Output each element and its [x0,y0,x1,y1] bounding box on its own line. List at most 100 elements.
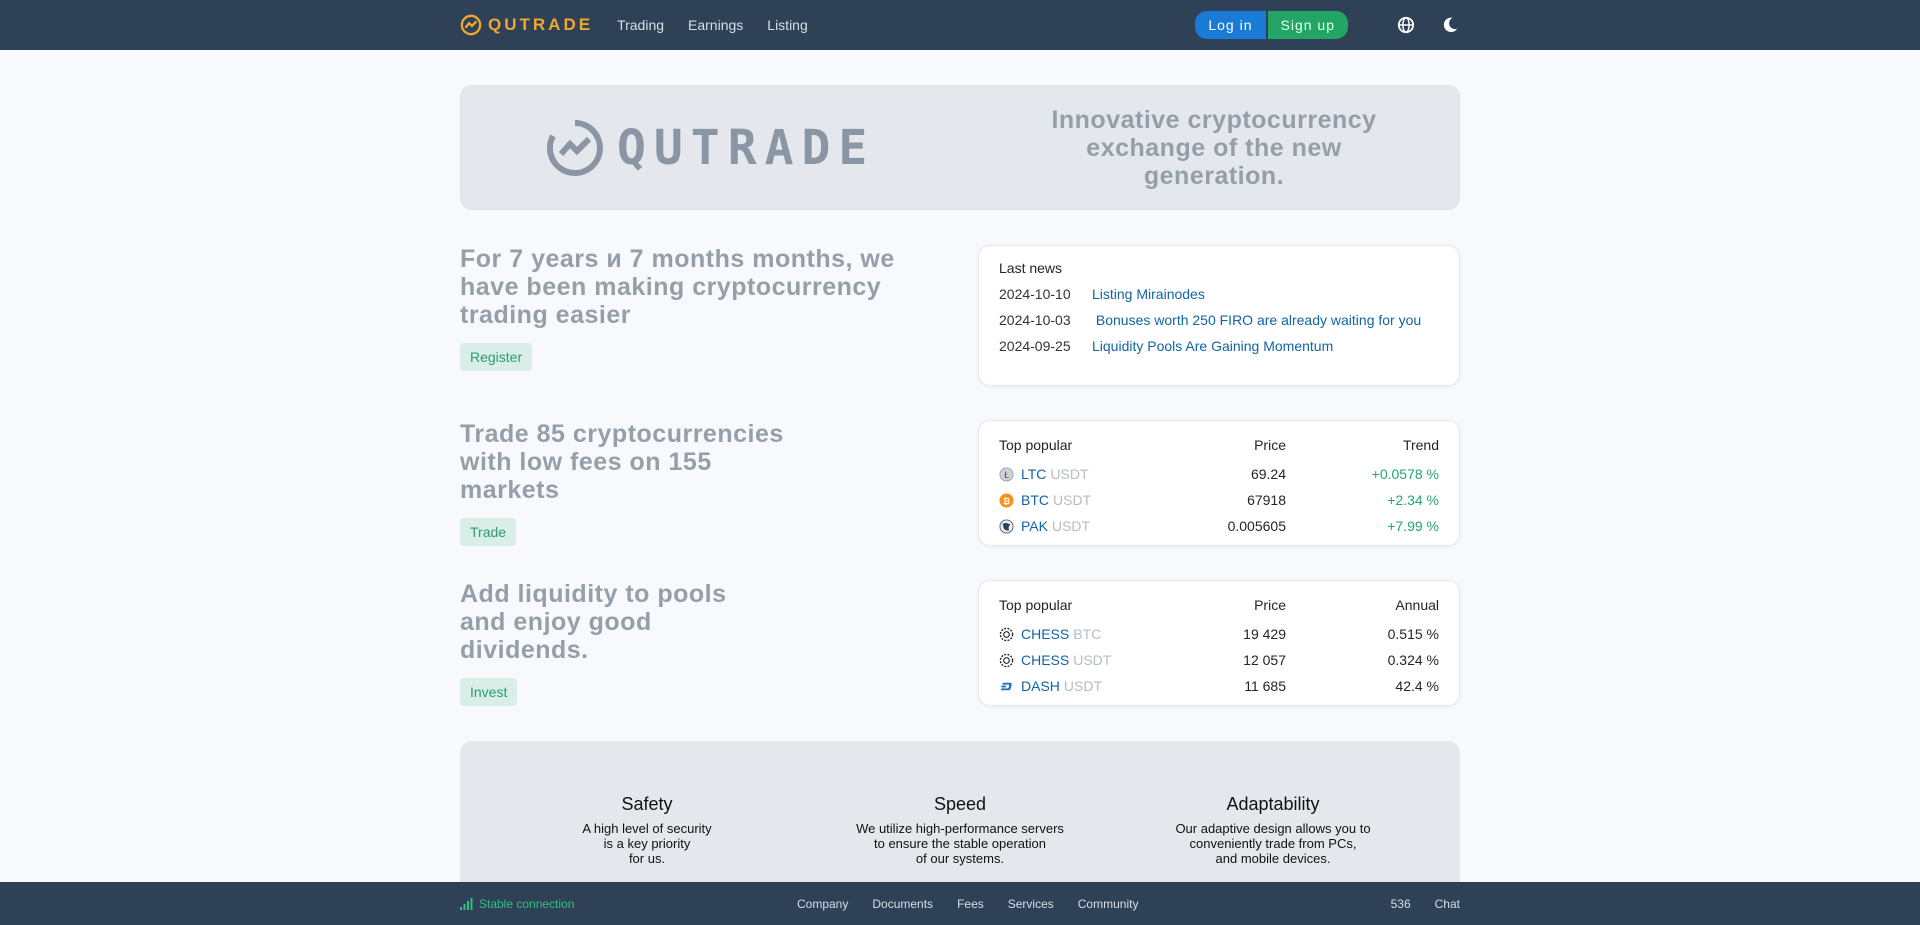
feature-text: A high level of security is a key priori… [582,821,712,866]
col-trend-header: Trend [1402,437,1439,453]
qutrade-logo-icon [546,119,603,176]
btc-icon: ₿ [999,492,1014,508]
footer-link-documents[interactable]: Documents [872,897,933,911]
brand-logo[interactable]: QUTRADE [460,14,593,36]
news-heading: Last news [999,260,1063,276]
table-header: Top popular Price Annual [999,595,1439,615]
market-quote: USDT [1050,466,1089,482]
login-button[interactable]: Log in [1195,11,1266,39]
promo-years: For 7 years и 7 months months, we have b… [460,245,930,371]
pool-symbol[interactable]: CHESS [1021,626,1069,642]
hero-banner: QUTRADE Innovative cryptocurrency exchan… [460,85,1460,210]
promo-title: Add liquidity to pools and enjoy good di… [460,580,727,664]
connection-status-label: Stable connection [479,896,575,911]
feature-title: Safety [621,794,673,814]
market-symbol[interactable]: PAK [1021,518,1048,534]
footer-link-fees[interactable]: Fees [957,897,984,911]
promo-title: Trade 85 cryptocurrencies with low fees … [460,420,784,504]
svg-text:Ł: Ł [1003,469,1009,479]
ltc-icon: Ł [999,466,1014,482]
feature-safety: Safety A high level of security is a key… [497,794,797,866]
news-item: 2024-10-10 Listing Mirainodes [999,286,1439,302]
market-price: 69.24 [1250,466,1286,482]
market-trend: +7.99 % [1387,518,1439,534]
news-date: 2024-10-03 [999,312,1071,328]
promo-trade: Trade 85 cryptocurrencies with low fees … [460,420,810,546]
pool-symbol[interactable]: CHESS [1021,652,1069,668]
table-row[interactable]: PAK USDT 0.005605 +7.99 % [999,513,1439,539]
market-symbol[interactable]: LTC [1021,466,1046,482]
footer-link-company[interactable]: Company [797,897,848,911]
feature-text: Our adaptive design allows you to conven… [1175,821,1371,866]
market-price: 67918 [1247,492,1286,508]
banner-logo: QUTRADE [545,118,875,178]
market-quote: USDT [1051,518,1091,534]
pool-price: 19 429 [1243,626,1286,642]
qutrade-logo-icon [460,14,482,36]
table-row[interactable]: Ł LTC USDT 69.24 +0.0578 % [999,461,1439,487]
signup-button[interactable]: Sign up [1267,11,1348,39]
moon-icon[interactable] [1440,15,1460,35]
news-link[interactable]: Listing Mirainodes [1092,286,1205,302]
pool-annual: 0.515 % [1387,626,1439,642]
col-name-header: Top popular [999,597,1073,613]
pool-quote: USDT [1063,678,1103,694]
brand-name: QUTRADE [488,15,594,34]
table-row[interactable]: CHESS BTC 19 429 0.515 % [999,621,1439,647]
svg-text:₿: ₿ [1003,495,1010,505]
market-quote: USDT [1053,492,1092,508]
market-trend: +0.0578 % [1371,466,1439,482]
market-price: 0.005605 [1227,518,1286,534]
pool-price: 12 057 [1243,652,1286,668]
popular-markets-card: Top popular Price Trend Ł LTC USDT 69.24… [978,420,1460,546]
market-trend: +2.34 % [1387,492,1439,508]
table-row[interactable]: ₿ BTC USDT 67918 +2.34 % [999,487,1439,513]
pool-annual: 42.4 % [1395,678,1439,694]
col-annual-header: Annual [1395,597,1439,613]
table-row[interactable]: CHESS USDT 12 057 0.324 % [999,647,1439,673]
trade-button[interactable]: Trade [460,518,517,546]
news-item: 2024-10-03 Bonuses worth 250 FIRO are al… [999,312,1439,328]
feature-title: Speed [933,794,987,814]
news-card: Last news 2024-10-10 Listing Mirainodes … [978,245,1460,386]
top-navbar: QUTRADE Trading Earnings Listing Log in … [0,0,1920,50]
chess-icon [999,653,1014,667]
table-row[interactable]: DASH USDT 11 685 42.4 % [999,673,1439,699]
footer-bar: Stable connection Company Documents Fees… [0,882,1920,925]
footer-link-services[interactable]: Services [1008,897,1054,911]
news-date: 2024-10-10 [999,286,1071,302]
register-button[interactable]: Register [460,343,533,371]
chat-button[interactable]: Chat [1435,897,1460,911]
pool-quote: BTC [1073,626,1102,642]
news-link[interactable]: Liquidity Pools Are Gaining Momentum [1092,338,1333,354]
popular-pools-card: Top popular Price Annual CHESS BTC 19 42… [978,580,1460,706]
pool-price: 11 685 [1244,678,1286,694]
pool-annual: 0.324 % [1387,652,1439,668]
globe-icon[interactable] [1396,15,1416,35]
news-date: 2024-09-25 [999,338,1071,354]
nav-earnings[interactable]: Earnings [688,17,743,33]
news-link[interactable]: Bonuses worth 250 FIRO are already waiti… [1096,312,1421,328]
table-header: Top popular Price Trend [999,435,1439,455]
pak-icon [999,518,1014,534]
banner-tagline: Innovative cryptocurrency exchange of th… [1051,105,1377,190]
promo-title: For 7 years и 7 months months, we have b… [460,245,895,329]
banner-wordmark: QUTRADE [617,119,876,176]
chess-icon [999,627,1014,641]
nav-trading[interactable]: Trading [617,17,664,33]
col-name-header: Top popular [999,437,1073,453]
feature-text: We utilize high-performance servers to e… [856,821,1064,866]
invest-button[interactable]: Invest [460,678,518,706]
signal-icon [460,897,473,910]
market-symbol[interactable]: BTC [1021,492,1049,508]
col-price-header: Price [1254,597,1286,613]
footer-link-community[interactable]: Community [1078,897,1139,911]
pool-symbol[interactable]: DASH [1021,678,1060,694]
promo-invest: Add liquidity to pools and enjoy good di… [460,580,760,706]
online-count: 536 [1390,896,1411,911]
feature-adaptability: Adaptability Our adaptive design allows … [1123,794,1423,866]
news-item: 2024-09-25 Liquidity Pools Are Gaining M… [999,338,1439,354]
feature-title: Adaptability [1226,794,1320,814]
col-price-header: Price [1254,437,1286,453]
nav-listing[interactable]: Listing [767,17,807,33]
